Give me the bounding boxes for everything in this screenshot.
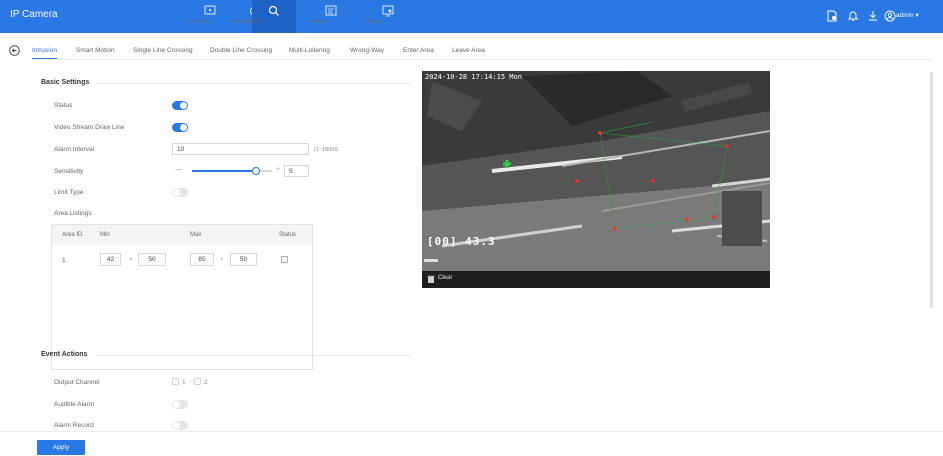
slider-handle[interactable] [252, 167, 260, 175]
max-height-input[interactable]: 50 [230, 253, 257, 266]
table-header: Area ID Min Max Status [52, 225, 312, 245]
nav-thermal[interactable]: Thermal [309, 0, 353, 33]
back-arrow-icon[interactable] [9, 45, 20, 56]
sensitivity-label: Sensitivity [54, 168, 84, 175]
nav-setting[interactable]: Setting [366, 0, 410, 33]
col-max: Max [190, 232, 202, 238]
sensitivity-value-input[interactable]: 5 [284, 165, 309, 177]
nav-live-view[interactable]: Live View [188, 0, 232, 33]
status-toggle[interactable] [172, 101, 188, 110]
video-preview[interactable]: 2024-10-28 17:14:15 Mon [00] 43.3 [422, 71, 770, 271]
apply-button[interactable]: Apply [37, 440, 85, 455]
max-width-input[interactable]: 85 [190, 253, 214, 266]
user-icon[interactable] [884, 10, 896, 22]
tab-single-line-crossing[interactable]: Single Line Crossing [133, 47, 193, 54]
nav-label: IVS [252, 19, 261, 25]
min-height-input[interactable]: 50 [138, 253, 166, 266]
download-icon[interactable] [867, 10, 879, 22]
vertical-scrollbar[interactable] [930, 72, 933, 308]
col-min: Min [100, 232, 110, 238]
section-divider [97, 83, 410, 84]
nav-label: Playback [233, 19, 254, 25]
status-label: Status [54, 102, 73, 109]
alarm-record-toggle[interactable] [172, 421, 188, 430]
clear-button[interactable]: Clear [438, 275, 452, 281]
document-icon[interactable] [826, 10, 838, 22]
output-channel-1-label: 1 [182, 379, 186, 386]
tab-divider [32, 59, 932, 60]
min-width-input[interactable]: 42 [100, 253, 121, 266]
monitor-icon [204, 5, 216, 15]
top-navigation-bar: IP Camera Live View Playback IVS Thermal… [0, 0, 943, 33]
alarm-record-label: Alarm Record [54, 422, 94, 429]
output-channel-2-label: 2 [204, 379, 208, 386]
output-channel-2-checkbox[interactable] [194, 378, 201, 385]
area-listings-label: Area Listings [54, 210, 92, 217]
video-timestamp: 2024-10-28 17:14:15 Mon [425, 73, 522, 81]
nav-label: Thermal [309, 19, 328, 25]
limit-type-label: Limit Type [54, 189, 84, 196]
tab-double-line-crossing[interactable]: Double Line Crossing [210, 47, 272, 54]
area-listings-table: Area ID Min Max Status 1 42 × 50 85 × 50 [51, 224, 313, 370]
event-actions-heading: Event Actions [41, 351, 88, 358]
draw-line-toggle[interactable] [172, 123, 188, 132]
draw-line-label: Video Stream Draw Line [54, 124, 125, 131]
tab-enter-area[interactable]: Enter Area [403, 47, 434, 54]
user-menu[interactable]: admin ▾ [896, 11, 919, 19]
basic-settings-heading: Basic Settings [41, 79, 90, 86]
dimension-separator: × [129, 257, 133, 263]
nav-ivs[interactable]: IVS [252, 0, 296, 33]
video-toolbar: Clear [422, 271, 770, 288]
output-channel-label: Output Channel [54, 379, 100, 386]
app-title: IP Camera [10, 9, 58, 20]
temperature-readout: [00] 43.3 [427, 235, 496, 248]
audible-alarm-toggle[interactable] [172, 400, 188, 409]
bell-icon[interactable] [847, 10, 859, 22]
tab-wrong-way[interactable]: Wrong-Way [350, 47, 384, 54]
alarm-interval-input[interactable]: 10 [172, 143, 309, 155]
section-divider [96, 355, 410, 356]
area-status-checkbox[interactable] [281, 256, 288, 263]
limit-type-toggle[interactable] [172, 188, 188, 197]
tab-intrusion[interactable]: Intrusion [32, 47, 57, 59]
tab-leave-area[interactable]: Leave Area [452, 47, 485, 54]
ivs-icon [268, 5, 279, 16]
area-id-cell: 1 [62, 257, 66, 264]
dimension-separator: × [220, 257, 224, 263]
alarm-interval-label: Alarm Interval [54, 146, 95, 153]
col-area-id: Area ID [62, 232, 83, 238]
tab-smart-motion[interactable]: Smart Motion [76, 47, 115, 54]
sensitivity-increase[interactable]: + [276, 166, 280, 173]
trash-icon[interactable] [427, 275, 435, 283]
sensitivity-decrease[interactable]: — [175, 166, 182, 173]
nav-label: Live View [188, 19, 210, 25]
slider-fill [192, 170, 256, 172]
footer-divider [0, 431, 943, 432]
nav-label: Setting [366, 19, 382, 25]
tab-multi-loitering[interactable]: Multi-Loitering [289, 47, 330, 54]
col-status: Status [279, 232, 297, 238]
thermal-icon [325, 5, 337, 16]
sensitivity-slider[interactable] [192, 166, 272, 176]
alarm-interval-hint: (1~1800S [314, 147, 339, 153]
setting-icon [382, 5, 394, 17]
audible-alarm-label: Audible Alarm [54, 401, 95, 408]
output-channel-1-checkbox[interactable] [172, 378, 179, 385]
